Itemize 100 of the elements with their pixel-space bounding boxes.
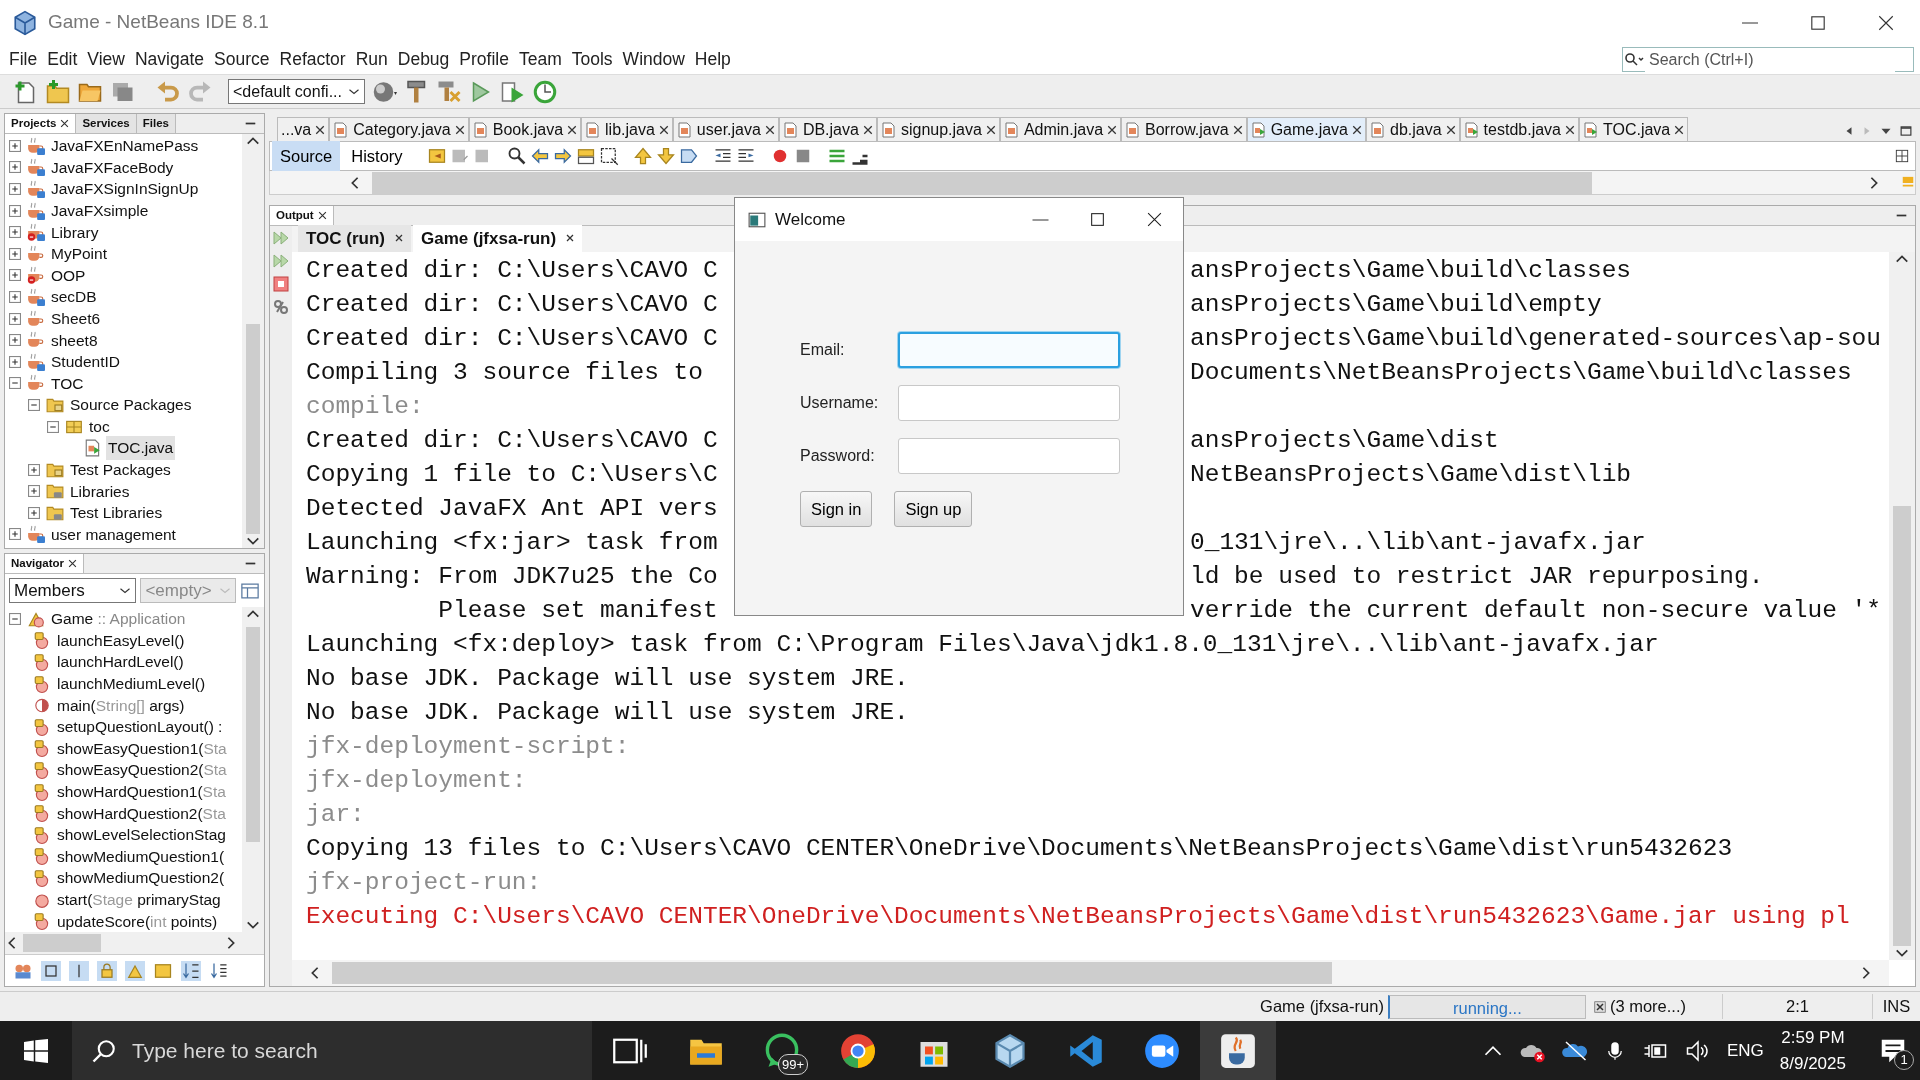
stop-icon[interactable] [273, 276, 289, 292]
scrollbar[interactable] [1889, 252, 1915, 960]
members-dropdown[interactable]: Members [9, 578, 137, 604]
menu-item[interactable]: Window [617, 46, 690, 73]
editor-tab[interactable]: db.java [1366, 117, 1460, 141]
member-item[interactable]: main(String[] args) [55, 693, 187, 717]
member-item[interactable]: setupQuestionLayout() : [55, 715, 225, 739]
new-project-icon[interactable] [46, 79, 70, 104]
sort-by-name-icon[interactable] [181, 960, 201, 981]
profile-icon[interactable] [532, 79, 557, 104]
tree-item[interactable]: TOC [49, 371, 86, 395]
close-icon[interactable] [315, 124, 326, 135]
text-field[interactable] [898, 332, 1120, 368]
split-icon[interactable] [1895, 149, 1909, 163]
tree-item[interactable]: Source Packages [68, 393, 194, 417]
tree-item[interactable]: toc [87, 414, 112, 439]
expand-icon[interactable] [9, 334, 21, 347]
member-item[interactable]: showMediumQuestion1( [55, 844, 227, 869]
close-icon[interactable] [764, 124, 775, 135]
editor-tab[interactable]: Book.java [468, 117, 582, 141]
collapse-icon[interactable] [9, 377, 21, 390]
cancel-icon[interactable] [1593, 1000, 1606, 1013]
menu-item[interactable]: Source [209, 46, 275, 73]
find-icon[interactable] [506, 146, 527, 166]
expand-icon[interactable] [9, 528, 21, 541]
taskbar-search-box[interactable]: Type here to search [72, 1021, 592, 1080]
close-icon[interactable] [317, 211, 327, 220]
panel-tab[interactable]: Services [76, 114, 137, 133]
find-next-icon[interactable] [552, 146, 573, 166]
class-name[interactable]: Game :: Application [49, 607, 188, 631]
panel-layout-icon[interactable] [240, 580, 260, 601]
member-item[interactable]: launchHardLevel() [55, 650, 186, 674]
fields-filter-icon[interactable] [41, 960, 61, 981]
member-item[interactable]: showEasyQuestion1(Sta [55, 736, 229, 761]
inner-classes-filter-icon[interactable] [125, 960, 145, 981]
previous-bookmark-icon[interactable] [632, 146, 653, 166]
editor-tab[interactable]: lib.java [581, 117, 673, 141]
close-icon[interactable] [1565, 124, 1575, 135]
expand-icon[interactable] [9, 183, 21, 195]
tree-item[interactable]: OOP [49, 263, 88, 287]
caret-left-icon[interactable] [1844, 125, 1854, 137]
member-item[interactable]: showMediumQuestion2( [55, 866, 227, 890]
editor-tab[interactable]: Admin.java [999, 117, 1122, 141]
scrollbar[interactable] [5, 932, 264, 954]
panel-tab[interactable]: Output [270, 206, 334, 225]
run-tab[interactable]: Game (jfxsa-run) [413, 224, 583, 252]
configuration-dropdown[interactable]: <default confi... [228, 79, 365, 104]
close-icon[interactable] [454, 124, 465, 135]
tree-item[interactable]: Test Libraries [68, 501, 165, 525]
clock-date[interactable]: 8/9/2025 [1779, 1051, 1846, 1077]
close-icon[interactable] [566, 234, 575, 243]
tree-item[interactable]: Test Packages [68, 458, 173, 482]
close-icon[interactable] [1445, 124, 1456, 135]
menu-item[interactable]: File [4, 46, 43, 73]
language-indicator[interactable]: ENG [1726, 1038, 1764, 1064]
member-item[interactable]: launchMediumLevel() [55, 672, 208, 696]
menu-item[interactable]: Edit [42, 46, 83, 73]
panel-tab[interactable]: Projects [5, 114, 77, 133]
taskbar-app[interactable]: 99+ [744, 1021, 820, 1080]
expand-icon[interactable] [9, 269, 21, 282]
scrollbar[interactable] [269, 171, 1916, 195]
editor-tab[interactable]: Game.java [1246, 117, 1366, 141]
panel-tab[interactable]: Navigator [5, 554, 85, 574]
windows-logo-icon[interactable] [24, 1039, 48, 1063]
member-item[interactable]: launchEasyLevel() [55, 628, 187, 653]
close-icon[interactable] [60, 119, 70, 128]
view-tab[interactable]: Source [272, 140, 341, 172]
static-filter-icon[interactable] [69, 960, 89, 981]
expand-icon[interactable] [28, 463, 40, 476]
menu-item[interactable]: Team [513, 46, 567, 73]
menu-item[interactable]: Run [350, 46, 393, 73]
clean-build-icon[interactable] [436, 79, 461, 104]
selection-icon[interactable] [598, 146, 619, 166]
text-field[interactable] [898, 385, 1120, 421]
panel-tab[interactable]: Files [136, 114, 176, 133]
view-tab[interactable]: History [343, 140, 411, 172]
tree-item[interactable]: Library [49, 220, 101, 244]
expand-icon[interactable] [9, 312, 21, 325]
member-item[interactable]: showLevelSelectionStag [55, 823, 228, 847]
editor-tab[interactable]: TOC.java [1579, 117, 1689, 141]
menu-item[interactable]: Refactor [274, 46, 351, 73]
menu-item[interactable]: Navigate [130, 46, 210, 73]
menu-item[interactable]: Tools [566, 46, 618, 73]
member-item[interactable]: updateScore(int points) [55, 909, 220, 932]
member-item[interactable]: showHardQuestion1(Sta [55, 780, 228, 804]
tree-item[interactable]: JavaFXFaceBody [49, 155, 176, 179]
tree-item[interactable]: JavaFXSignInSignUp [49, 177, 201, 201]
collapse-icon[interactable] [9, 612, 21, 625]
dialog-button[interactable]: Sign up [894, 491, 973, 527]
expand-icon[interactable] [28, 485, 40, 498]
editor-tab[interactable]: ...va [277, 117, 330, 141]
editor-tab[interactable]: signup.java [876, 117, 1000, 141]
tree-item[interactable]: StudentID [49, 350, 122, 374]
speaker-icon[interactable] [1684, 1039, 1711, 1063]
scrollbar[interactable] [242, 607, 264, 932]
expand-icon[interactable] [9, 290, 21, 303]
tree-item[interactable]: user management [49, 522, 178, 547]
find-previous-icon[interactable] [529, 146, 550, 166]
close-icon[interactable] [395, 234, 403, 243]
member-item[interactable]: showHardQuestion2(Sta [55, 801, 228, 825]
